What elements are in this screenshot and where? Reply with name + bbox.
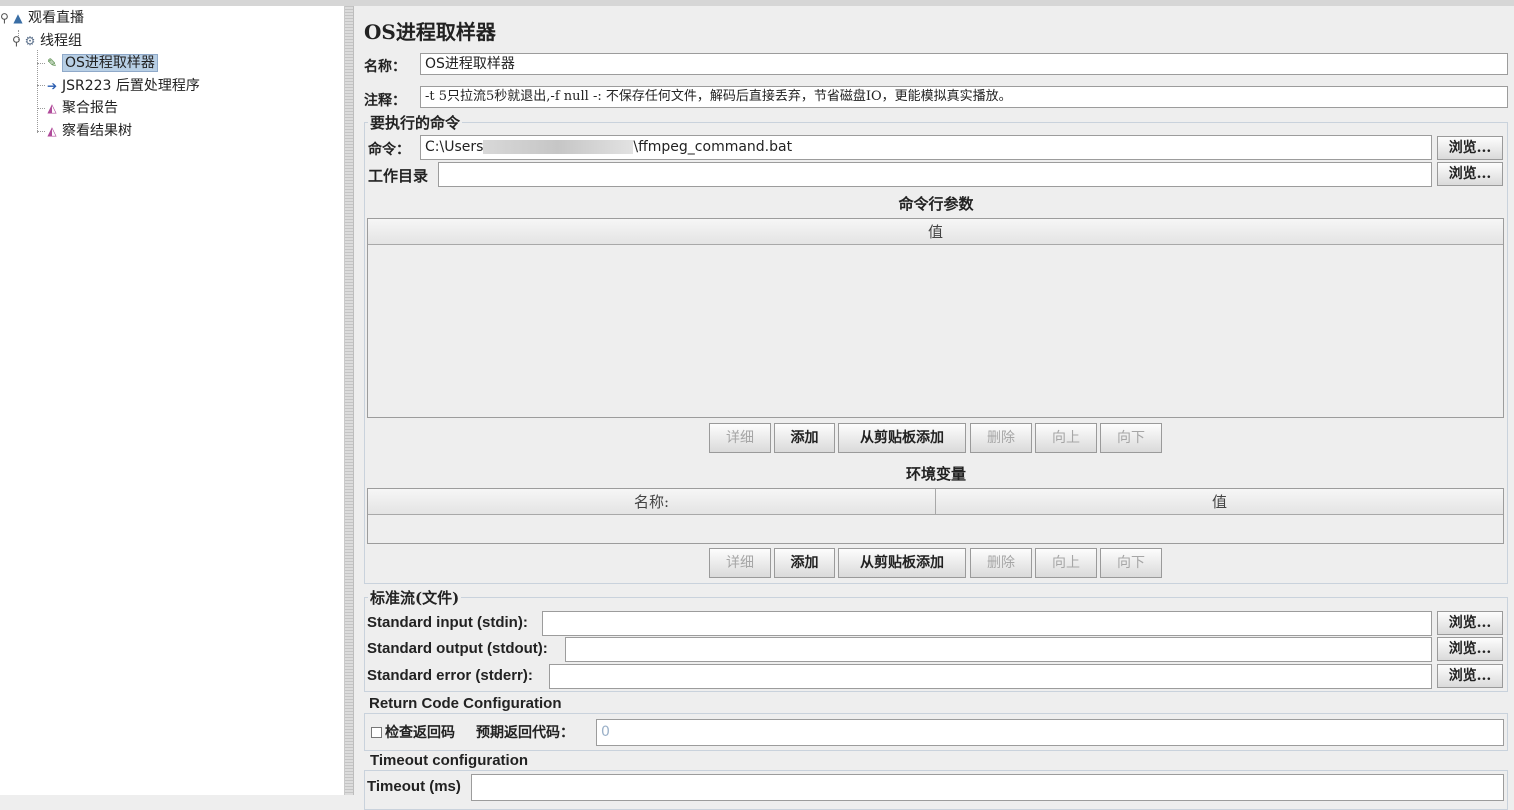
args-column-header[interactable]: 值 <box>368 219 1503 245</box>
expand-toggle-icon[interactable]: ⚲ <box>12 31 21 51</box>
expand-toggle-icon[interactable]: ⚲ <box>0 8 9 28</box>
test-plan-icon: ▲ <box>13 11 23 25</box>
page-title: OS进程取样器 <box>364 20 496 44</box>
tree-item-label: OS进程取样器 <box>62 54 158 72</box>
name-input[interactable]: OS进程取样器 <box>420 53 1508 75</box>
args-table[interactable]: 值 <box>367 218 1504 418</box>
workdir-input[interactable] <box>438 162 1432 187</box>
workdir-label: 工作目录 <box>368 167 429 185</box>
args-up-button[interactable]: 向上 <box>1035 423 1097 453</box>
split-pane-divider[interactable] <box>345 6 354 795</box>
env-add-clipboard-button[interactable]: 从剪贴板添加 <box>838 548 966 578</box>
stdin-label: Standard input (stdin): <box>367 614 528 631</box>
args-table-title: 命令行参数 <box>898 195 974 213</box>
workdir-browse-button[interactable]: 浏览... <box>1437 162 1503 186</box>
tree-item-label: 察看结果树 <box>62 123 132 139</box>
args-add-clipboard-button[interactable]: 从剪贴板添加 <box>838 423 966 453</box>
stdin-browse-button[interactable]: 浏览... <box>1437 611 1503 635</box>
command-label: 命令： <box>368 142 410 158</box>
env-table[interactable]: 名称: 值 <box>367 488 1504 544</box>
env-detail-button[interactable]: 详细 <box>709 548 771 578</box>
tree-item-jsr223[interactable]: ➔ JSR223 后置处理程序 <box>44 76 200 96</box>
name-label: 名称： <box>364 59 406 75</box>
env-value-column-header[interactable]: 值 <box>936 489 1503 515</box>
stdin-input[interactable] <box>542 611 1432 636</box>
command-path-prefix: C:\Users <box>425 139 484 155</box>
stderr-browse-button[interactable]: 浏览... <box>1437 664 1503 688</box>
redacted-path-segment <box>483 140 634 154</box>
tree-item-aggregate-report[interactable]: ◭ 聚合报告 <box>44 98 118 118</box>
tree-item-os-sampler[interactable]: ✎ OS进程取样器 <box>44 53 158 73</box>
report-chart-icon: ◭ <box>47 101 57 115</box>
timeout-label: Timeout (ms) <box>367 778 461 795</box>
stdout-label: Standard output (stdout): <box>367 640 548 657</box>
check-return-code-label: 检查返回码 <box>385 725 455 741</box>
env-delete-button[interactable]: 删除 <box>970 548 1032 578</box>
env-add-button[interactable]: 添加 <box>774 548 835 578</box>
tree-item-label: 观看直播 <box>28 10 84 26</box>
return-code-group-title: Return Code Configuration <box>367 695 564 712</box>
timeout-group-title: Timeout configuration <box>368 752 531 769</box>
thread-group-gear-icon: ⚙ <box>24 34 36 48</box>
expected-return-code-input[interactable]: 0 <box>596 719 1504 746</box>
sampler-pencil-icon: ✎ <box>46 56 58 70</box>
stderr-input[interactable] <box>549 664 1432 689</box>
args-delete-button[interactable]: 删除 <box>970 423 1032 453</box>
args-down-button[interactable]: 向下 <box>1100 423 1162 453</box>
command-browse-button[interactable]: 浏览... <box>1437 136 1503 160</box>
stdout-browse-button[interactable]: 浏览... <box>1437 637 1503 661</box>
env-down-button[interactable]: 向下 <box>1100 548 1162 578</box>
tree-item-test-plan[interactable]: ⚲ ▲ 观看直播 <box>0 8 84 28</box>
stdout-input[interactable] <box>565 637 1432 662</box>
test-plan-tree[interactable]: ⚲ ▲ 观看直播 ⚲ ⚙ 线程组 ✎ OS进程取样器 ➔ JSR223 后置处理程序 ◭ 聚合… <box>0 6 345 795</box>
command-group-title: 要执行的命令 <box>368 112 463 133</box>
tree-item-label: JSR223 后置处理程序 <box>62 78 200 94</box>
sampler-config-panel: OS进程取样器 名称： OS进程取样器 注释： -t 5只拉流5秒就退出,-f … <box>354 6 1514 810</box>
command-input[interactable]: C:\Users \ffmpeg_command.bat <box>420 135 1432 160</box>
env-up-button[interactable]: 向上 <box>1035 548 1097 578</box>
env-name-column-header[interactable]: 名称: <box>368 489 936 515</box>
stderr-label: Standard error (stderr): <box>367 667 533 684</box>
streams-group-title: 标准流(文件) <box>368 587 462 608</box>
tree-item-result-tree[interactable]: ◭ 察看结果树 <box>44 121 132 141</box>
comment-input[interactable]: -t 5只拉流5秒就退出,-f null -: 不保存任何文件，解码后直接丢弃，… <box>420 86 1508 108</box>
result-tree-chart-icon: ◭ <box>47 124 57 138</box>
expected-return-code-label: 预期返回代码： <box>476 725 574 741</box>
command-path-suffix: \ffmpeg_command.bat <box>633 139 793 155</box>
comment-label: 注释： <box>364 93 406 109</box>
args-add-button[interactable]: 添加 <box>774 423 835 453</box>
timeout-input[interactable] <box>471 774 1504 801</box>
tree-item-label: 线程组 <box>40 33 82 49</box>
post-processor-icon: ➔ <box>46 79 58 93</box>
env-table-title: 环境变量 <box>905 465 966 483</box>
args-detail-button[interactable]: 详细 <box>709 423 771 453</box>
tree-item-thread-group[interactable]: ⚲ ⚙ 线程组 <box>12 31 82 51</box>
check-return-code-checkbox[interactable] <box>371 727 382 738</box>
tree-item-label: 聚合报告 <box>62 100 118 116</box>
